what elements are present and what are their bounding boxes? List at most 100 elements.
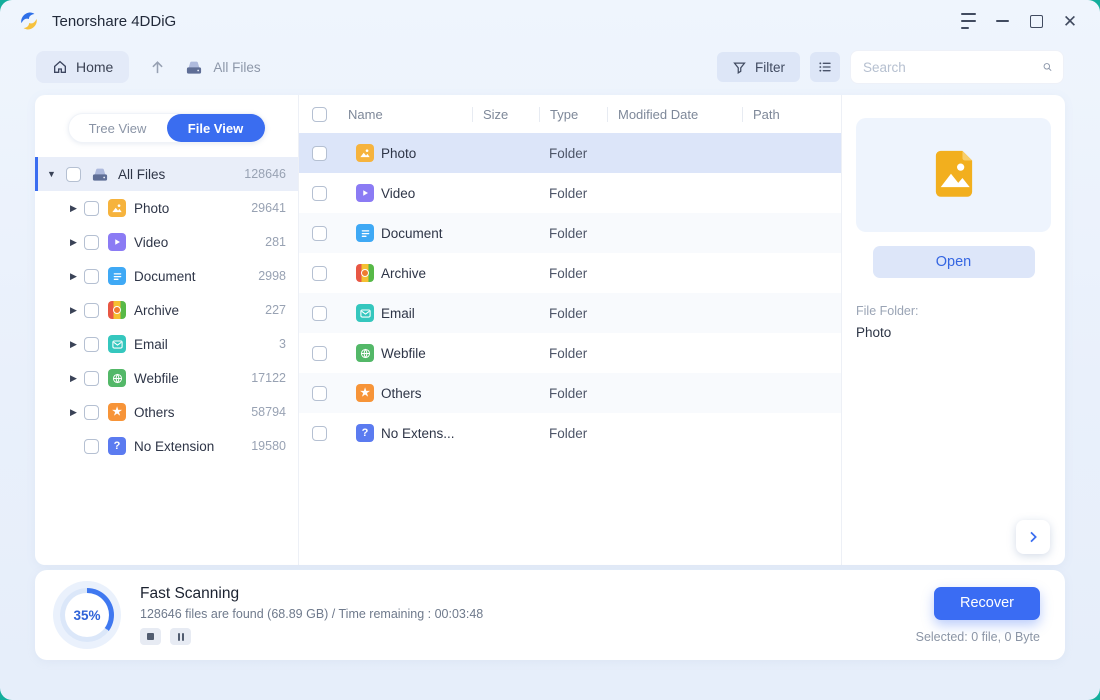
expand-caret-icon[interactable]: ▶: [70, 203, 84, 214]
row-checkbox[interactable]: [312, 225, 327, 241]
checkbox[interactable]: [84, 234, 99, 250]
list-view-icon: [819, 62, 831, 72]
expand-caret-icon[interactable]: ▶: [70, 339, 84, 350]
all-files-checkbox[interactable]: [66, 166, 81, 182]
table-body: Photo Folder Video Folder Document Folde…: [299, 133, 841, 453]
checkbox[interactable]: [84, 268, 99, 284]
photo-icon: [356, 144, 374, 162]
sidebar-item-no-extension[interactable]: ▶ ? No Extension 19580: [35, 429, 298, 463]
recover-button[interactable]: Recover: [934, 586, 1040, 620]
row-type: Folder: [549, 425, 588, 441]
collapse-caret-icon[interactable]: ▼: [47, 169, 61, 179]
column-header-modified-date[interactable]: Modified Date: [607, 106, 742, 122]
column-header-size[interactable]: Size: [472, 106, 539, 122]
table-header: Name Size Type Modified Date Path: [299, 95, 841, 133]
sidebar-item-document[interactable]: ▶ Document 2998: [35, 259, 298, 293]
sidebar-item-all-files[interactable]: ▼ All Files 128646: [35, 157, 298, 191]
file-folder-value: Photo: [856, 325, 892, 340]
view-mode-button[interactable]: [810, 52, 840, 82]
table-row[interactable]: Email Folder: [299, 293, 841, 333]
row-type: Folder: [549, 385, 588, 401]
breadcrumb: All Files: [213, 59, 261, 75]
checkbox[interactable]: [84, 404, 99, 420]
checkbox[interactable]: [84, 336, 99, 352]
maximize-button[interactable]: [1022, 8, 1050, 34]
sidebar-item-count: 281: [265, 235, 286, 249]
column-header-type[interactable]: Type: [539, 106, 607, 122]
sidebar-item-label: Others: [134, 404, 175, 420]
preview-panel: Open File Folder: Photo: [842, 95, 1065, 565]
close-button[interactable]: ✕: [1056, 8, 1084, 34]
table-row[interactable]: Document Folder: [299, 213, 841, 253]
checkbox[interactable]: [84, 200, 99, 216]
sidebar-item-photo[interactable]: ▶ Photo 29641: [35, 191, 298, 225]
table-row[interactable]: Archive Folder: [299, 253, 841, 293]
tab-file-view[interactable]: File View: [166, 114, 265, 142]
filter-button[interactable]: Filter: [717, 52, 800, 82]
row-checkbox[interactable]: [312, 185, 327, 201]
sidebar-item-webfile[interactable]: ▶ Webfile 17122: [35, 361, 298, 395]
expand-caret-icon[interactable]: ▶: [70, 407, 84, 418]
app-window: Tenorshare 4DDiG ✕ Home All Files Filter…: [0, 0, 1100, 700]
expand-caret-icon[interactable]: ▶: [70, 373, 84, 384]
row-name: Video: [381, 185, 416, 201]
photo-preview-icon: [935, 150, 972, 197]
document-icon: [108, 267, 126, 285]
others-icon: ★: [108, 403, 126, 421]
table-row[interactable]: Webfile Folder: [299, 333, 841, 373]
search-icon[interactable]: [1042, 59, 1053, 75]
row-checkbox[interactable]: [312, 305, 327, 321]
table-row[interactable]: ★ Others Folder: [299, 373, 841, 413]
sidebar-item-archive[interactable]: ▶ Archive 227: [35, 293, 298, 327]
pause-icon: [177, 632, 184, 641]
checkbox[interactable]: [84, 302, 99, 318]
column-header-name[interactable]: Name: [340, 107, 472, 122]
pause-scan-button[interactable]: [170, 628, 191, 645]
sidebar-item-video[interactable]: ▶ Video 281: [35, 225, 298, 259]
navigate-up-button[interactable]: [147, 57, 168, 78]
search-input[interactable]: [861, 58, 1042, 76]
stop-scan-button[interactable]: [140, 628, 161, 645]
select-all-checkbox[interactable]: [312, 106, 327, 122]
file-folder-label: File Folder:: [856, 304, 919, 318]
sidebar-item-label: Video: [134, 234, 169, 250]
row-checkbox[interactable]: [312, 385, 327, 401]
filter-funnel-icon: [733, 62, 746, 74]
open-button[interactable]: Open: [872, 246, 1035, 278]
expand-caret-icon[interactable]: ▶: [70, 271, 84, 282]
menu-button[interactable]: [954, 8, 982, 34]
email-icon: [108, 335, 126, 353]
archive-icon: [356, 264, 374, 282]
table-row[interactable]: Video Folder: [299, 173, 841, 213]
row-name: No Extens...: [381, 425, 455, 441]
sidebar-item-email[interactable]: ▶ Email 3: [35, 327, 298, 361]
sidebar-item-others[interactable]: ▶ ★ Others 58794: [35, 395, 298, 429]
table-row[interactable]: Photo Folder: [299, 133, 841, 173]
row-type: Folder: [549, 225, 588, 241]
minimize-button[interactable]: [988, 8, 1016, 34]
sidebar-item-count: 128646: [244, 167, 286, 181]
row-checkbox[interactable]: [312, 145, 327, 161]
column-header-path[interactable]: Path: [742, 106, 841, 122]
tab-tree-view[interactable]: Tree View: [69, 114, 167, 142]
row-checkbox[interactable]: [312, 265, 327, 281]
row-name: Email: [381, 305, 415, 321]
view-toggle: Tree View File View: [67, 113, 266, 143]
preview-thumbnail: [856, 118, 1051, 232]
scan-status-title: Fast Scanning: [140, 585, 240, 602]
home-button[interactable]: Home: [36, 51, 130, 83]
email-icon: [356, 304, 374, 322]
maximize-icon: [1029, 14, 1043, 28]
row-checkbox[interactable]: [312, 425, 327, 441]
next-page-button[interactable]: [1016, 520, 1050, 554]
checkbox[interactable]: [84, 438, 99, 454]
expand-caret-icon[interactable]: ▶: [70, 305, 84, 316]
expand-caret-icon[interactable]: ▶: [70, 237, 84, 248]
row-name: Document: [381, 225, 443, 241]
row-type: Folder: [549, 185, 588, 201]
sidebar-tree-items: ▶ Photo 29641 ▶ Video 281 ▶ Document 299…: [35, 191, 298, 463]
row-checkbox[interactable]: [312, 345, 327, 361]
table-row[interactable]: ? No Extens... Folder: [299, 413, 841, 453]
scan-progress-percent: 35%: [73, 607, 101, 623]
checkbox[interactable]: [84, 370, 99, 386]
